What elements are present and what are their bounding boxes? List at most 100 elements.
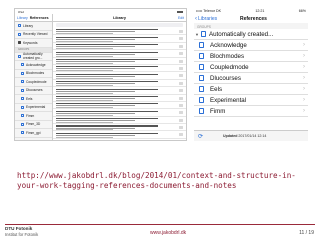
text-line xyxy=(56,85,114,86)
list-item[interactable] xyxy=(53,131,186,139)
folder-icon xyxy=(21,114,24,118)
text-line xyxy=(56,46,135,48)
group-row-eels[interactable]: Eels › xyxy=(194,84,308,95)
sidebar-header-label: GROUPS xyxy=(18,48,30,51)
org-subtitle: Institut for Fotonik xyxy=(5,232,39,237)
ipad-nav-left: Library References xyxy=(15,14,53,21)
group-row-blochmodes[interactable]: Blochmodes › xyxy=(194,51,308,62)
list-item[interactable] xyxy=(53,124,186,132)
clock-label: 12:21 xyxy=(255,9,265,13)
list-item[interactable] xyxy=(53,109,186,117)
attachment-icon xyxy=(179,103,183,107)
ipad-back-button[interactable]: Library xyxy=(17,16,28,20)
text-line xyxy=(56,29,158,31)
blog-link[interactable]: http://www.jakobdrl.dk/blog/2014/01/cont… xyxy=(17,171,317,191)
chevron-right-icon: › xyxy=(303,64,305,70)
updated-label: Updated 2017/01/14 12:14 xyxy=(223,134,266,138)
text-line xyxy=(56,90,135,92)
attachment-icon xyxy=(179,44,183,48)
sync-icon[interactable]: ⟳ xyxy=(198,133,203,140)
text-line xyxy=(56,83,135,85)
sidebar-item-label: Dlucourses xyxy=(26,88,43,93)
group-row-coupledmode[interactable]: Coupledmode › xyxy=(194,62,308,73)
text-line xyxy=(56,105,135,107)
sidebar-item-label: Blochmodes xyxy=(26,71,45,76)
group-row-fimm[interactable]: Fimm › xyxy=(194,106,308,117)
group-row-automatically-created[interactable]: ▼ Automatically created... xyxy=(194,29,308,40)
group-row-dlucourses[interactable]: Dlucourses › xyxy=(194,73,308,84)
ipad-carrier: iPad xyxy=(18,9,25,14)
ipad-edit-button[interactable]: Edit xyxy=(178,16,184,20)
text-line xyxy=(56,51,158,53)
text-line xyxy=(56,81,158,83)
sidebar-item-fimm-3d[interactable]: Fimm_3D xyxy=(15,121,52,129)
text-line xyxy=(56,125,158,127)
text-line xyxy=(56,66,158,68)
list-item[interactable] xyxy=(53,35,186,43)
text-line xyxy=(56,36,158,38)
libraries-back-button[interactable]: Libraries xyxy=(198,16,217,22)
list-item[interactable] xyxy=(53,50,186,58)
attachment-icon xyxy=(179,74,183,78)
text-line xyxy=(56,44,158,46)
folder-icon xyxy=(21,105,24,109)
list-item[interactable] xyxy=(53,72,186,80)
text-line xyxy=(56,134,135,136)
footer-website[interactable]: www.jakobdrl.dk xyxy=(150,230,186,236)
text-line xyxy=(56,48,114,50)
list-item[interactable] xyxy=(53,80,186,88)
text-line xyxy=(56,98,135,99)
text-line xyxy=(56,40,114,42)
text-line xyxy=(56,88,158,90)
sidebar-item-library[interactable]: Library xyxy=(15,22,52,31)
chevron-right-icon: › xyxy=(303,86,305,92)
updated-prefix: Updated xyxy=(223,134,238,138)
sidebar-item-experimental[interactable]: Experimental xyxy=(15,104,52,112)
list-item[interactable] xyxy=(53,58,186,65)
tag-icon xyxy=(18,41,21,45)
list-item[interactable] xyxy=(53,117,186,125)
group-row-experimental[interactable]: Experimental › xyxy=(194,95,308,106)
sidebar-item-fimm[interactable]: Fimm xyxy=(15,112,52,121)
sidebar-item-keywords[interactable]: Keywords xyxy=(15,39,52,48)
group-label: Acknowledge xyxy=(210,41,247,49)
footer-divider xyxy=(5,224,315,225)
text-line xyxy=(56,132,158,134)
list-item[interactable] xyxy=(53,43,186,51)
sidebar-item-label: Automatically created gro... xyxy=(23,52,43,61)
iphone-nav-bar: ‹ Libraries References xyxy=(194,14,308,23)
sidebar-item-label: Fimm_gpi xyxy=(26,130,41,135)
attachment-icon xyxy=(179,111,183,115)
text-line xyxy=(56,61,135,62)
ipad-screenshot: iPad Library References Library Edit Lib… xyxy=(14,8,187,141)
sidebar-item-acknowledge[interactable]: Acknowledge xyxy=(15,61,52,70)
list-item[interactable] xyxy=(53,102,186,110)
attachment-icon xyxy=(179,30,183,33)
sidebar-item-eels[interactable]: Eels xyxy=(15,95,52,104)
sidebar-item-label: Coupledmode xyxy=(26,79,47,84)
disclosure-triangle-icon[interactable]: ▼ xyxy=(195,32,199,37)
text-line xyxy=(56,129,114,131)
sidebar-item-coupledmode[interactable]: Coupledmode xyxy=(15,78,52,87)
sidebar-item-label: Experimental xyxy=(26,105,46,110)
sidebar-item-auto-group[interactable]: Automatically created gro... xyxy=(15,52,52,61)
text-line xyxy=(56,127,135,129)
search-field[interactable] xyxy=(56,23,183,27)
list-item[interactable] xyxy=(53,95,186,102)
sidebar-item-dlucourses[interactable]: Dlucourses xyxy=(15,87,52,95)
text-line xyxy=(56,58,158,61)
group-row-acknowledge[interactable]: Acknowledge › xyxy=(194,40,308,51)
folder-icon xyxy=(199,108,204,114)
library-icon xyxy=(18,24,21,28)
sidebar-item-fimm-gpi[interactable]: Fimm_gpi xyxy=(15,129,52,138)
sidebar-item-recently-viewed[interactable]: Recently Viewed xyxy=(15,31,52,39)
sidebar-item-blochmodes[interactable]: Blochmodes xyxy=(15,70,52,78)
chevron-left-icon[interactable]: ‹ xyxy=(195,16,197,22)
folder-icon xyxy=(199,97,204,103)
list-item[interactable] xyxy=(53,87,186,95)
battery-icon xyxy=(177,10,183,13)
list-item[interactable] xyxy=(53,28,186,36)
nav-title: References xyxy=(240,15,267,22)
folder-icon xyxy=(21,131,24,135)
list-item[interactable] xyxy=(53,65,186,73)
